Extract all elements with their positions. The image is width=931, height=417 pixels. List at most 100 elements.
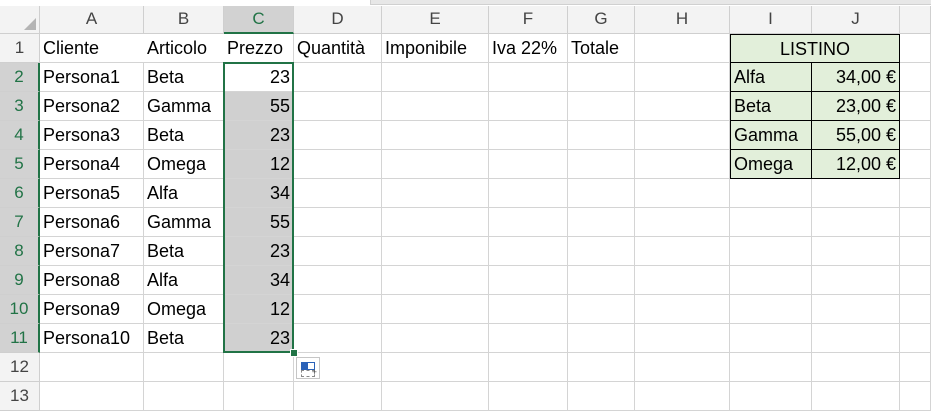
cell-i2[interactable]: Alfa	[730, 63, 812, 92]
cell-j7[interactable]	[812, 208, 900, 237]
cell-j13[interactable]	[812, 382, 900, 411]
cell-g12[interactable]	[568, 353, 635, 382]
column-header-a[interactable]: A	[40, 6, 144, 34]
cell-b2[interactable]: Beta	[144, 63, 224, 92]
cell-f7[interactable]	[489, 208, 568, 237]
cell-e3[interactable]	[382, 92, 489, 121]
cell-e6[interactable]	[382, 179, 489, 208]
cell-b8[interactable]: Beta	[144, 237, 224, 266]
row-header-6[interactable]: 6	[0, 179, 40, 208]
cell-e12[interactable]	[382, 353, 489, 382]
cell-e8[interactable]	[382, 237, 489, 266]
cell-g7[interactable]	[568, 208, 635, 237]
column-header-d[interactable]: D	[294, 6, 382, 34]
column-header-i[interactable]: I	[730, 6, 812, 34]
cell-a5[interactable]: Persona4	[40, 150, 144, 179]
cell-b4[interactable]: Beta	[144, 121, 224, 150]
select-all-corner[interactable]	[0, 6, 40, 34]
cell-e9[interactable]	[382, 266, 489, 295]
column-header-j[interactable]: J	[812, 6, 900, 34]
cell-i3[interactable]: Beta	[730, 92, 812, 121]
cell-g1[interactable]: Totale	[568, 34, 635, 63]
cell-a3[interactable]: Persona2	[40, 92, 144, 121]
cell-f8[interactable]	[489, 237, 568, 266]
cell-a9[interactable]: Persona8	[40, 266, 144, 295]
cell-a2[interactable]: Persona1	[40, 63, 144, 92]
cell-i13[interactable]	[730, 382, 812, 411]
cell-e5[interactable]	[382, 150, 489, 179]
cell-i4[interactable]: Gamma	[730, 121, 812, 150]
cell-j11[interactable]	[812, 324, 900, 353]
cell-h8[interactable]	[635, 237, 730, 266]
cell-a12[interactable]	[40, 353, 144, 382]
cell-j12[interactable]	[812, 353, 900, 382]
cell-f9[interactable]	[489, 266, 568, 295]
cell-j3[interactable]: 23,00 €	[812, 92, 900, 121]
cell-i7[interactable]	[730, 208, 812, 237]
cell-f11[interactable]	[489, 324, 568, 353]
row-header-12[interactable]: 12	[0, 353, 40, 382]
cell-c2[interactable]: 23	[224, 63, 294, 92]
cell-c1[interactable]: Prezzo	[224, 34, 294, 63]
cell-e1[interactable]: Imponibile	[382, 34, 489, 63]
cell-f12[interactable]	[489, 353, 568, 382]
row-header-10[interactable]: 10	[0, 295, 40, 324]
row-header-2[interactable]: 2	[0, 63, 40, 92]
listino-title[interactable]: LISTINO	[730, 34, 900, 63]
cell-g4[interactable]	[568, 121, 635, 150]
cell-e10[interactable]	[382, 295, 489, 324]
cell-c10[interactable]: 12	[224, 295, 294, 324]
cell-f6[interactable]	[489, 179, 568, 208]
row-header-7[interactable]: 7	[0, 208, 40, 237]
quick-analysis-button[interactable]: +	[296, 357, 320, 379]
cell-b10[interactable]: Omega	[144, 295, 224, 324]
cell-h4[interactable]	[635, 121, 730, 150]
cell-j2[interactable]: 34,00 €	[812, 63, 900, 92]
cell-b13[interactable]	[144, 382, 224, 411]
cell-j9[interactable]	[812, 266, 900, 295]
cell-d7[interactable]	[294, 208, 382, 237]
cell-c5[interactable]: 12	[224, 150, 294, 179]
cell-i6[interactable]	[730, 179, 812, 208]
cell-c7[interactable]: 55	[224, 208, 294, 237]
cell-j10[interactable]	[812, 295, 900, 324]
cell-c6[interactable]: 34	[224, 179, 294, 208]
cell-g8[interactable]	[568, 237, 635, 266]
cell-h2[interactable]	[635, 63, 730, 92]
cell-a10[interactable]: Persona9	[40, 295, 144, 324]
cell-h1[interactable]	[635, 34, 730, 63]
column-header-h[interactable]: H	[635, 6, 730, 34]
fill-handle[interactable]	[290, 349, 298, 357]
cell-g6[interactable]	[568, 179, 635, 208]
cell-f10[interactable]	[489, 295, 568, 324]
cell-d5[interactable]	[294, 150, 382, 179]
cell-a13[interactable]	[40, 382, 144, 411]
column-header-g[interactable]: G	[568, 6, 635, 34]
column-header-k[interactable]	[900, 6, 931, 34]
cell-b3[interactable]: Gamma	[144, 92, 224, 121]
cell-g9[interactable]	[568, 266, 635, 295]
cell-a8[interactable]: Persona7	[40, 237, 144, 266]
cell-e13[interactable]	[382, 382, 489, 411]
cell-k10[interactable]	[900, 295, 931, 324]
cell-b11[interactable]: Beta	[144, 324, 224, 353]
cell-j5[interactable]: 12,00 €	[812, 150, 900, 179]
column-header-f[interactable]: F	[489, 6, 568, 34]
cell-c8[interactable]: 23	[224, 237, 294, 266]
cell-a11[interactable]: Persona10	[40, 324, 144, 353]
cell-d10[interactable]	[294, 295, 382, 324]
row-header-8[interactable]: 8	[0, 237, 40, 266]
cell-b9[interactable]: Alfa	[144, 266, 224, 295]
cell-c12[interactable]	[224, 353, 294, 382]
cell-h3[interactable]	[635, 92, 730, 121]
cell-d9[interactable]	[294, 266, 382, 295]
cell-d8[interactable]	[294, 237, 382, 266]
cell-j4[interactable]: 55,00 €	[812, 121, 900, 150]
cell-c13[interactable]	[224, 382, 294, 411]
row-header-1[interactable]: 1	[0, 34, 40, 63]
cell-e11[interactable]	[382, 324, 489, 353]
cell-k7[interactable]	[900, 208, 931, 237]
cell-e2[interactable]	[382, 63, 489, 92]
cell-c3[interactable]: 55	[224, 92, 294, 121]
cell-f2[interactable]	[489, 63, 568, 92]
